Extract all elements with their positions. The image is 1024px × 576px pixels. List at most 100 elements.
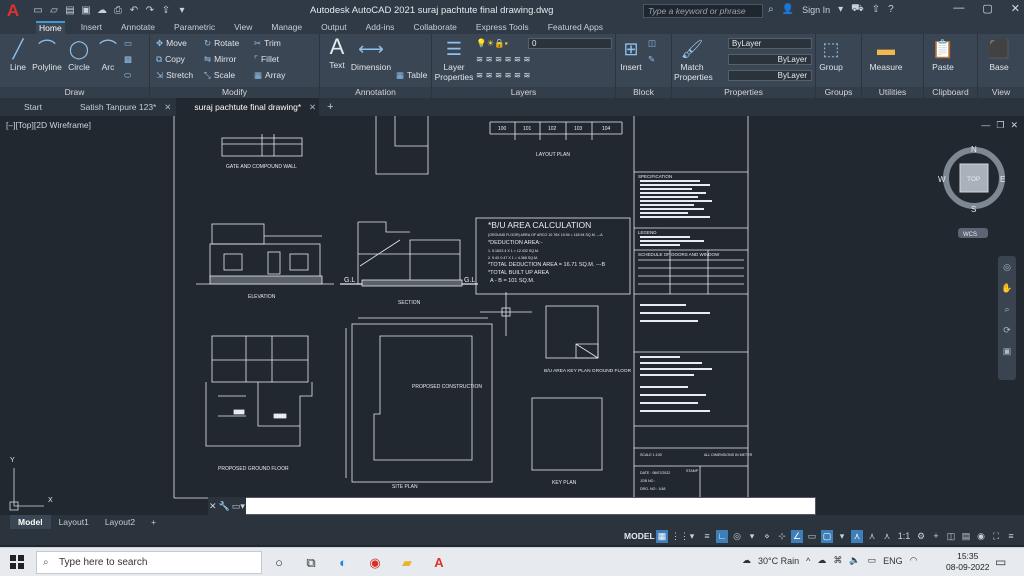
- block-panel-title[interactable]: Block: [616, 87, 671, 98]
- line-button[interactable]: ╱ Line: [6, 38, 30, 72]
- undo-icon[interactable]: ↶: [128, 5, 140, 16]
- draw-panel-title[interactable]: Draw: [0, 87, 149, 98]
- compass-n[interactable]: N: [971, 145, 977, 154]
- paste-button[interactable]: 📋 Paste: [930, 38, 956, 72]
- cart-icon[interactable]: ⛟: [851, 3, 864, 16]
- new-tab-button[interactable]: +: [321, 98, 339, 116]
- language-indicator[interactable]: ENG: [883, 556, 903, 566]
- close-command-icon[interactable]: ✕: [209, 501, 217, 512]
- clock[interactable]: 15:35 08-09-2022: [946, 551, 989, 573]
- auto-scale-icon[interactable]: ⋏: [866, 530, 878, 543]
- dropdown-icon[interactable]: ▾: [836, 530, 848, 543]
- circle-button[interactable]: ◯ Circle: [66, 38, 92, 72]
- cloud-icon[interactable]: ☁: [96, 5, 108, 16]
- doc-tab-satish[interactable]: Satish Tanpure 123* ✕: [62, 98, 174, 116]
- rectangle-icon[interactable]: ▭: [124, 38, 135, 49]
- task-view-icon[interactable]: ⧉: [300, 551, 322, 574]
- edit-block-icon[interactable]: ✎: [648, 54, 658, 65]
- taskbar-search[interactable]: ⌕ Type here to search: [36, 551, 262, 574]
- tab-insert[interactable]: Insert: [78, 21, 105, 34]
- compass-w[interactable]: W: [938, 175, 946, 184]
- orbit-icon[interactable]: ⟳: [1003, 325, 1011, 336]
- scale-value[interactable]: 1:1: [896, 530, 912, 543]
- help-icon[interactable]: ?: [888, 4, 894, 15]
- file-explorer-icon[interactable]: ▰: [396, 551, 418, 574]
- doc-tab-start[interactable]: Start: [6, 98, 60, 116]
- tab-layout2[interactable]: Layout2: [97, 515, 143, 529]
- properties-panel-title[interactable]: Properties: [672, 87, 815, 98]
- fillet-button[interactable]: ⌜ Fillet: [254, 54, 279, 65]
- restore-viewport-icon[interactable]: ❐: [996, 120, 1004, 131]
- arc-button[interactable]: ⌒ Arc: [96, 38, 120, 72]
- grid-icon[interactable]: ▦: [656, 530, 668, 543]
- edge-icon[interactable]: ◐: [332, 551, 354, 574]
- layer-properties-button[interactable]: ☰ Layer Properties: [434, 38, 474, 82]
- zoom-icon[interactable]: ⌕: [1004, 304, 1009, 315]
- search-icon[interactable]: ⌕: [768, 4, 774, 15]
- annotation-visibility-icon[interactable]: ⋏: [851, 530, 863, 543]
- quick-properties-icon[interactable]: ▤: [960, 530, 972, 543]
- autocad-logo-icon[interactable]: A: [0, 0, 26, 21]
- polyline-button[interactable]: ⌒ Polyline: [30, 38, 64, 72]
- add-layout-button[interactable]: +: [143, 515, 164, 529]
- tab-annotate[interactable]: Annotate: [118, 21, 158, 34]
- otrack-icon[interactable]: ∠: [791, 530, 803, 543]
- dimension-button[interactable]: ⟷ Dimension: [350, 38, 392, 72]
- open-icon[interactable]: ▱: [48, 5, 60, 16]
- move-button[interactable]: ✥ Move: [156, 38, 187, 49]
- infer-icon[interactable]: ≡: [701, 530, 713, 543]
- autocad-taskbar-icon[interactable]: A: [428, 551, 450, 574]
- tab-view[interactable]: View: [231, 21, 255, 34]
- annotation-panel-title[interactable]: Annotation: [320, 87, 431, 98]
- windows-start-icon[interactable]: [10, 555, 24, 569]
- layers-panel-title[interactable]: Layers: [432, 87, 615, 98]
- copy-button[interactable]: ⧉ Copy: [156, 54, 185, 65]
- onedrive-icon[interactable]: ☁: [817, 555, 826, 566]
- tab-output[interactable]: Output: [318, 21, 350, 34]
- stretch-button[interactable]: ⇲ Stretch: [156, 70, 193, 81]
- close-viewport-icon[interactable]: ✕: [1010, 120, 1018, 131]
- compass-e[interactable]: E: [1000, 175, 1005, 184]
- utilities-panel-title[interactable]: Utilities: [862, 87, 923, 98]
- tab-express-tools[interactable]: Express Tools: [473, 21, 532, 34]
- share-icon[interactable]: ⇪: [160, 5, 172, 16]
- table-button[interactable]: ▦ Table: [396, 70, 427, 81]
- lineweight-icon[interactable]: ▭: [806, 530, 818, 543]
- layer-tools-row1[interactable]: ≋ ≋ ≋ ≋ ≋ ≋: [476, 54, 531, 65]
- array-button[interactable]: ▦ Array: [254, 70, 285, 81]
- layer-tools-row2[interactable]: ≋ ≋ ≋ ≋ ≋ ≋: [476, 70, 531, 81]
- viewcube-top-face[interactable]: TOP: [967, 176, 980, 183]
- plot-icon[interactable]: ⎙: [112, 5, 124, 16]
- linetype-dropdown[interactable]: ByLayer: [728, 54, 812, 65]
- mirror-button[interactable]: ⇋ Mirror: [204, 54, 236, 65]
- layer-state-icons[interactable]: 💡☀🔒▪: [476, 38, 508, 49]
- snap-icon[interactable]: ⋮⋮: [671, 530, 689, 543]
- volume-icon[interactable]: 🔈: [849, 555, 860, 566]
- save-as-icon[interactable]: ▣: [80, 5, 92, 16]
- match-properties-button[interactable]: 🖌 Match Properties: [674, 38, 713, 82]
- layer-dropdown[interactable]: 0: [528, 38, 612, 49]
- battery-icon[interactable]: ▭: [868, 555, 877, 566]
- tab-home[interactable]: Home: [36, 21, 65, 34]
- chrome-icon[interactable]: ◉: [364, 551, 386, 574]
- showmotion-icon[interactable]: ▣: [1003, 346, 1012, 357]
- scale-button[interactable]: ⤡ Scale: [204, 70, 235, 81]
- base-button[interactable]: ⬛ Base: [984, 38, 1014, 72]
- model-space-button[interactable]: MODEL: [624, 531, 655, 541]
- group-button[interactable]: ⬚ Group: [818, 38, 844, 72]
- weather-text[interactable]: 30°C Rain: [758, 556, 799, 566]
- clean-screen-icon[interactable]: ⛶: [990, 530, 1002, 543]
- view-panel-title[interactable]: View: [978, 87, 1024, 98]
- clipboard-panel-title[interactable]: Clipboard: [924, 87, 977, 98]
- show-hidden-icon[interactable]: ^: [806, 556, 810, 566]
- command-line[interactable]: [208, 497, 816, 515]
- viewcube[interactable]: TOP N S E W WCS: [938, 145, 1005, 238]
- modify-panel-title[interactable]: Modify: [150, 87, 319, 98]
- recent-commands-icon[interactable]: ▭▾: [232, 501, 245, 512]
- new-icon[interactable]: ▭: [32, 5, 44, 16]
- command-input[interactable]: [209, 499, 815, 513]
- tab-model[interactable]: Model: [10, 515, 51, 529]
- notification-icon[interactable]: ▭: [995, 555, 1006, 569]
- lineweight-dropdown[interactable]: ByLayer: [728, 70, 812, 81]
- user-icon[interactable]: 👤: [782, 4, 794, 15]
